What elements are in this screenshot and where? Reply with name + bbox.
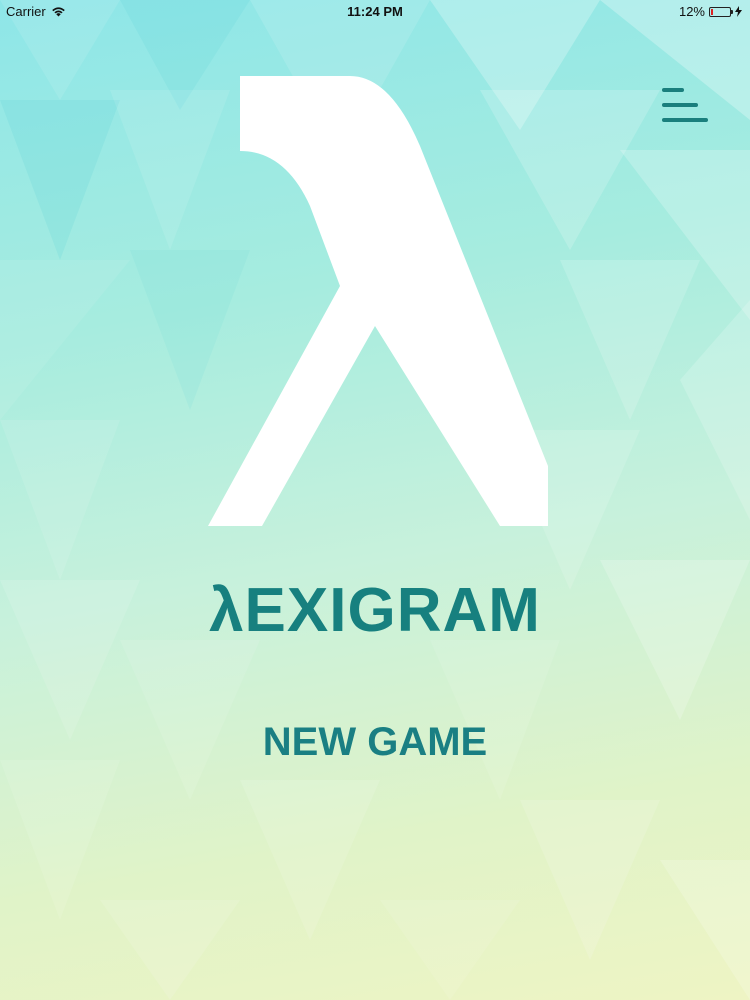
lambda-icon <box>208 76 548 526</box>
battery-percent-label: 12% <box>678 4 705 19</box>
home-screen: Carrier 11:24 PM 12% λEXIGRAM NEW GAME <box>0 0 750 1000</box>
charging-bolt-icon <box>735 6 742 17</box>
status-bar: Carrier 11:24 PM 12% <box>0 0 750 22</box>
clock-time: 11:24 PM <box>347 4 403 19</box>
status-right: 12% <box>679 4 742 19</box>
battery-level-fill <box>711 8 713 15</box>
app-wordmark: λEXIGRAM <box>209 576 541 645</box>
battery-icon <box>709 6 733 17</box>
menu-button[interactable] <box>652 78 716 130</box>
new-game-button[interactable]: NEW GAME <box>225 712 525 772</box>
